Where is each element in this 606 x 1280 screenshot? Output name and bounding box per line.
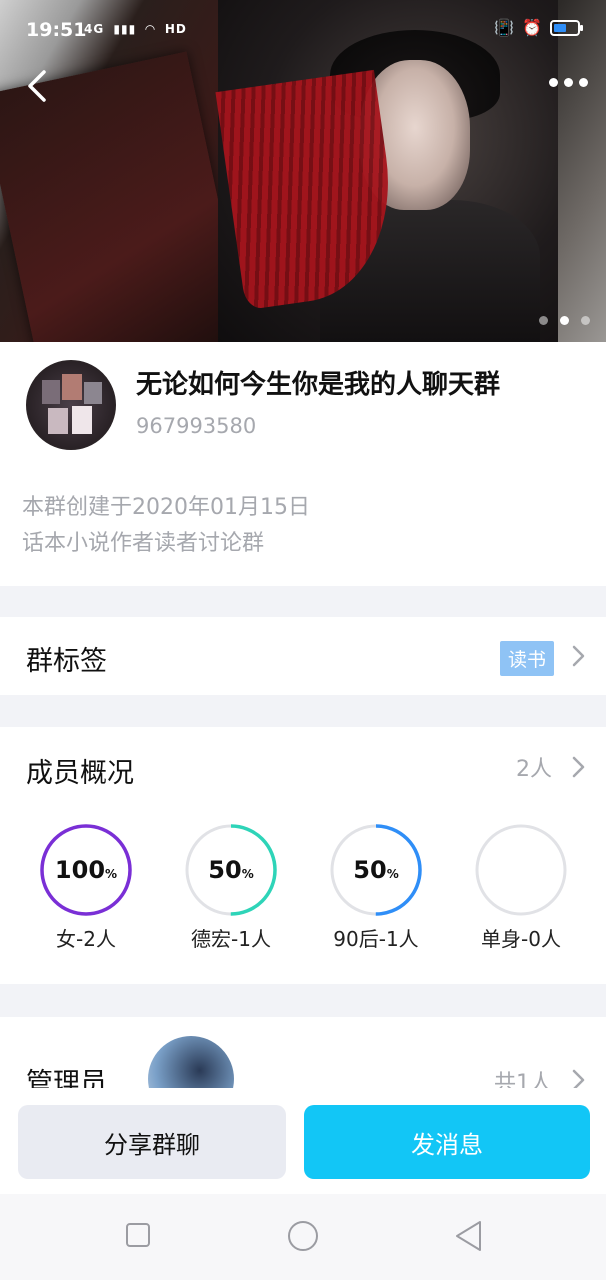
member-count[interactable]: 2人 <box>516 751 552 783</box>
group-number: 967993580 <box>136 414 257 438</box>
group-name: 无论如何今生你是我的人聊天群 <box>136 370 501 400</box>
carousel-dot-active[interactable] <box>560 316 569 325</box>
status-bar: 19:51 4G ▮▮▮ ◠ HD 📳 ⏰ <box>0 0 606 62</box>
group-intro: 话本小说作者读者讨论群 <box>22 531 265 556</box>
more-dot <box>549 78 558 87</box>
group-created-date: 本群创建于2020年01月15日 <box>22 495 310 520</box>
group-avatar[interactable] <box>26 360 116 450</box>
chevron-right-icon <box>568 643 588 669</box>
carousel-indicator <box>539 316 590 325</box>
hd-label: HD <box>164 22 187 36</box>
stat-label: 单身-0人 <box>481 927 561 951</box>
signal-icon: 4G ▮▮▮ ◠ HD <box>84 22 187 36</box>
chevron-right-icon <box>568 1067 588 1088</box>
stat-label: 女-2人 <box>56 927 116 951</box>
wifi-icon: ◠ <box>145 22 156 36</box>
vibrate-icon: 📳 <box>494 18 515 37</box>
group-tags-row[interactable]: 群标签 读书 <box>0 617 606 695</box>
stat-unit: % <box>241 867 254 881</box>
more-dot <box>579 78 588 87</box>
stat-label: 90后-1人 <box>333 927 419 951</box>
admin-title: 管理员 <box>26 1068 107 1088</box>
home-button[interactable] <box>287 1220 319 1256</box>
more-options-button[interactable] <box>549 78 588 87</box>
square-icon <box>126 1223 150 1247</box>
carousel-dot[interactable] <box>539 316 548 325</box>
member-overview-section: 成员概况 2人 100% 女-2人 50% 德宏-1人 50% 90后-1人 单… <box>0 727 606 984</box>
stat-gender[interactable]: 100% 女-2人 <box>16 823 156 952</box>
group-info-card: 无论如何今生你是我的人聊天群 967993580 本群创建于2020年01月15… <box>0 342 606 586</box>
stat-unit: % <box>386 867 399 881</box>
stat-single[interactable]: 单身-0人 <box>451 823 591 952</box>
network-type: 4G <box>84 22 105 36</box>
admin-count: 共1人 <box>494 1071 552 1088</box>
status-time: 19:51 <box>26 19 87 41</box>
chevron-right-icon[interactable] <box>568 754 588 780</box>
circle-icon <box>288 1221 318 1251</box>
admin-row[interactable]: 管理员 共1人 <box>0 1017 606 1088</box>
stat-percent: 100 <box>54 856 106 884</box>
more-dot <box>564 78 573 87</box>
progress-ring <box>475 824 567 916</box>
ring-track <box>475 824 567 916</box>
chevron-left-icon <box>28 70 46 102</box>
member-overview-title: 成员概况 <box>26 758 134 789</box>
system-nav-bar <box>0 1194 606 1280</box>
stat-percent: 50 <box>208 856 242 884</box>
send-message-button[interactable]: 发消息 <box>304 1105 590 1179</box>
share-group-button[interactable]: 分享群聊 <box>18 1105 286 1179</box>
back-nav-button[interactable] <box>454 1220 482 1256</box>
stat-location[interactable]: 50% 德宏-1人 <box>161 823 301 952</box>
stat-percent: 50 <box>353 856 387 884</box>
back-button[interactable] <box>22 66 58 106</box>
stat-age[interactable]: 50% 90后-1人 <box>306 823 446 952</box>
alarm-icon: ⏰ <box>522 18 542 37</box>
recent-apps-button[interactable] <box>125 1222 151 1252</box>
bottom-action-bar: 分享群聊 发消息 <box>0 1088 606 1194</box>
battery-icon <box>550 19 583 36</box>
group-description: 本群创建于2020年01月15日 话本小说作者读者讨论群 <box>22 490 310 562</box>
admin-avatar[interactable] <box>148 1036 234 1088</box>
stat-label: 德宏-1人 <box>191 927 271 951</box>
carousel-dot[interactable] <box>581 316 590 325</box>
stat-unit: % <box>105 867 118 881</box>
group-tags-title: 群标签 <box>26 646 107 677</box>
member-stats: 100% 女-2人 50% 德宏-1人 50% 90后-1人 单身-0人 <box>0 823 606 963</box>
tag-badge: 读书 <box>499 641 554 676</box>
triangle-back-icon <box>456 1221 481 1251</box>
